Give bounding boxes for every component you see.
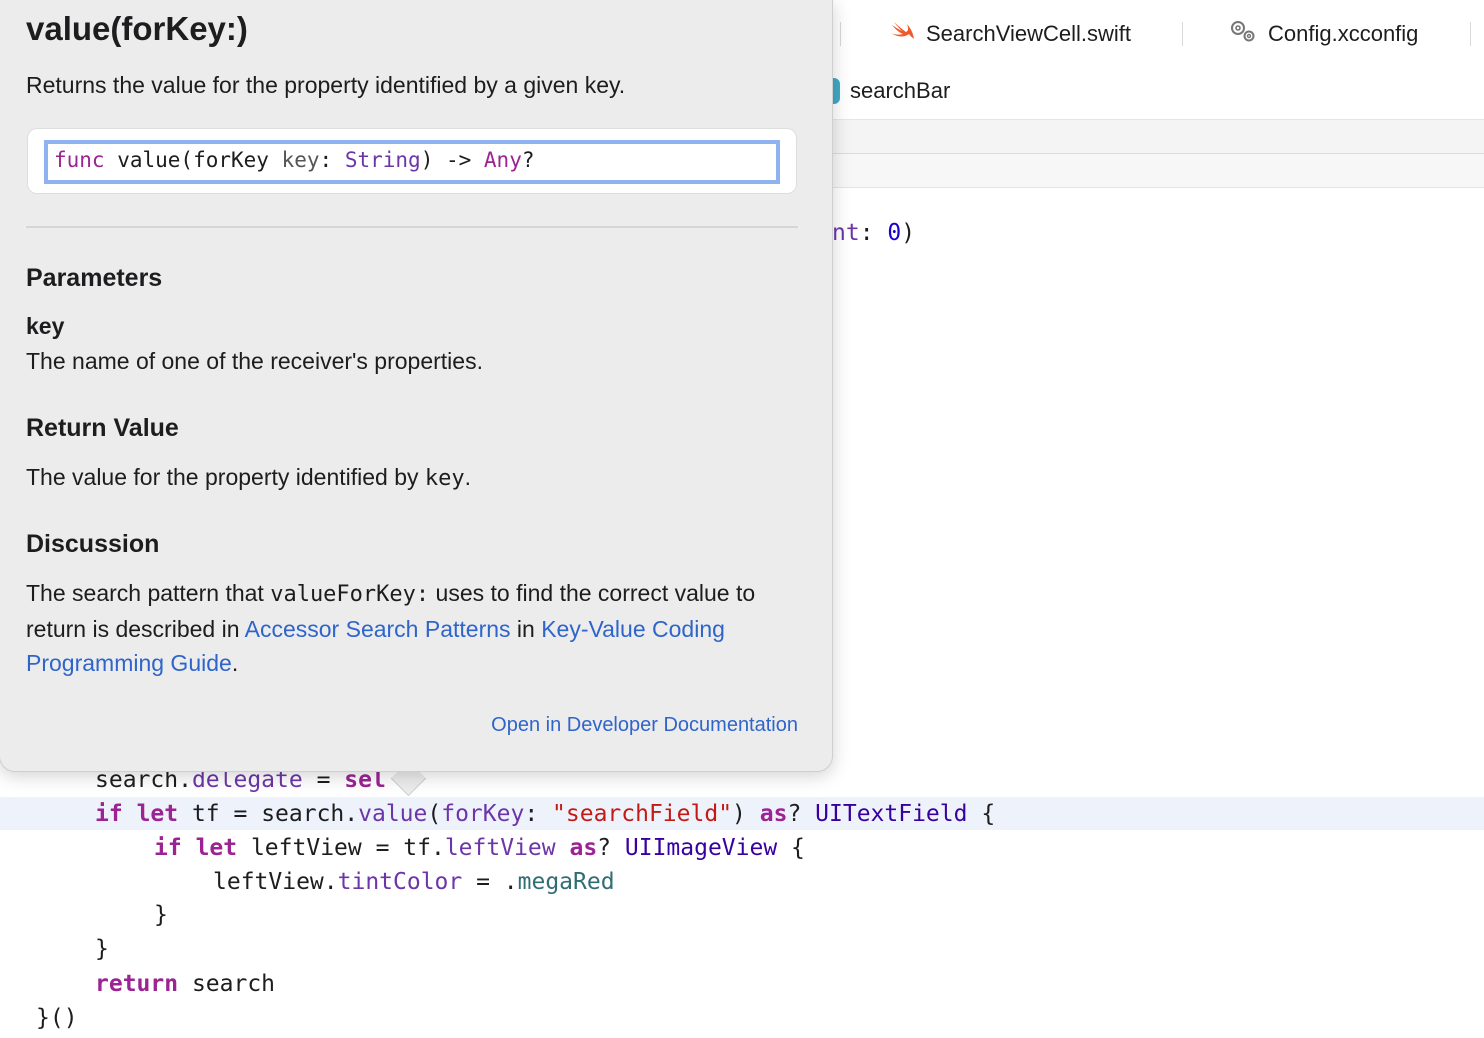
parameter-description: The name of one of the receiver's proper… bbox=[26, 348, 483, 374]
tab-config[interactable]: Config.xcconfig bbox=[1228, 18, 1418, 50]
parameters-heading: Parameters bbox=[26, 264, 163, 292]
code-line-return[interactable]: return search bbox=[95, 967, 275, 1001]
declaration-code: func value(forKey key: String) -> Any? bbox=[54, 148, 535, 172]
quick-help-abstract: Returns the value for the property ident… bbox=[26, 72, 626, 98]
code-line-close-inner[interactable]: } bbox=[154, 898, 168, 932]
return-value-heading: Return Value bbox=[26, 414, 179, 442]
declaration-selection[interactable]: func value(forKey key: String) -> Any? bbox=[44, 140, 780, 184]
accessor-search-patterns-link[interactable]: Accessor Search Patterns bbox=[245, 616, 511, 642]
open-developer-documentation-link[interactable]: Open in Developer Documentation bbox=[491, 714, 798, 737]
code-line-close-outer[interactable]: } bbox=[95, 932, 109, 966]
jump-bar-label: searchBar bbox=[850, 78, 951, 103]
code-line-if-tf[interactable]: if let tf = search.value(forKey: "search… bbox=[95, 797, 995, 831]
property-icon bbox=[832, 78, 840, 104]
code-line-partial[interactable]: nt: 0) bbox=[832, 216, 915, 250]
swift-file-icon bbox=[888, 19, 916, 49]
editor-minibar bbox=[832, 120, 1484, 154]
gear-config-icon bbox=[1228, 18, 1258, 50]
tab-label: Config.xcconfig bbox=[1268, 21, 1419, 46]
discussion-heading: Discussion bbox=[26, 530, 160, 558]
tab-searchviewcell[interactable]: SearchViewCell.swift bbox=[888, 18, 1131, 50]
tab-separator bbox=[1470, 22, 1471, 46]
jump-bar: searchBar bbox=[832, 64, 1484, 120]
tab-label: SearchViewCell.swift bbox=[926, 21, 1132, 46]
quick-help-popover: value(forKey:) Returns the value for the… bbox=[0, 0, 833, 772]
section-divider bbox=[26, 226, 798, 228]
quick-help-title: value(forKey:) bbox=[26, 10, 248, 47]
return-value-text: The value for the property identified by… bbox=[26, 464, 472, 491]
tab-separator bbox=[1182, 22, 1183, 46]
code-line-tintcolor[interactable]: leftView.tintColor = .megaRed bbox=[213, 865, 615, 899]
parameter-name: key bbox=[26, 313, 65, 339]
editor-minibar-secondary bbox=[832, 154, 1484, 188]
code-line-if-leftview[interactable]: if let leftView = tf.leftView as? UIImag… bbox=[154, 831, 805, 865]
declaration-box: func value(forKey key: String) -> Any? bbox=[27, 128, 797, 194]
editor-tab-bar: SearchViewCell.swift Config.xcconfig bbox=[832, 0, 1484, 65]
code-line-closure-end[interactable]: }() bbox=[36, 1001, 78, 1035]
discussion-text: The search pattern that valueForKey: use… bbox=[26, 580, 756, 676]
jump-bar-item-searchbar[interactable]: searchBar bbox=[832, 78, 951, 104]
tab-separator bbox=[840, 22, 841, 46]
